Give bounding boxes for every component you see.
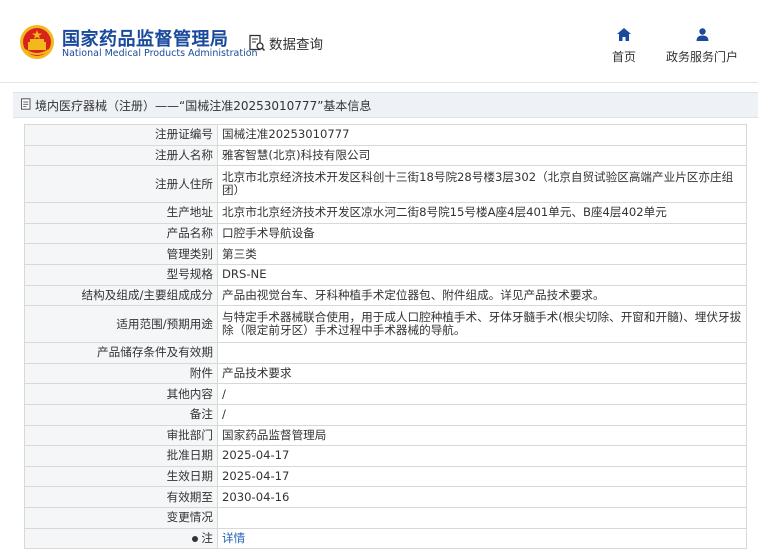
user-icon	[696, 28, 708, 41]
table-row: 型号规格 DRS-NE	[24, 263, 747, 286]
table-row: 结构及组成/主要组成成分 产品由视觉台车、牙科种植手术定位器包、附件组成。详见产…	[24, 284, 747, 307]
row-label: 注册人住所	[24, 165, 218, 204]
note-row-label: 注	[24, 527, 218, 550]
row-label: 审批部门	[24, 424, 218, 447]
row-label: 注册人名称	[24, 144, 218, 167]
table-row: 注册人名称 雅客智慧(北京)科技有限公司	[24, 144, 747, 167]
row-value: 国械注准20253010777	[217, 124, 747, 146]
note-row-value: 详情	[217, 527, 747, 550]
bullet-icon	[192, 535, 199, 542]
table-row: 生产地址 北京市北京经济技术开发区凉水河二街8号院15号楼A座4层401单元、B…	[24, 202, 747, 224]
row-value: 2025-04-17	[217, 445, 747, 467]
row-value: 产品由视觉台车、牙科种植手术定位器包、附件组成。详见产品技术要求。	[217, 284, 747, 307]
row-label: 结构及组成/主要组成成分	[24, 284, 218, 307]
row-value: 产品技术要求	[217, 362, 747, 385]
site-subtitle: National Medical Products Administration	[62, 48, 258, 59]
row-label: 批准日期	[24, 445, 218, 467]
data-query-title: 数据查询	[248, 33, 323, 53]
table-row: 生效日期 2025-04-17	[24, 465, 747, 488]
data-query-label: 数据查询	[269, 37, 323, 53]
row-value	[217, 342, 747, 364]
row-value: 国家药品监督管理局	[217, 424, 747, 447]
row-label: 型号规格	[24, 263, 218, 286]
details-link[interactable]: 详情	[222, 531, 245, 545]
row-label: 其他内容	[24, 383, 218, 405]
breadcrumb: 境内医疗器械（注册）——“国械注准20253010777”基本信息	[13, 92, 758, 118]
table-row: 批准日期 2025-04-17	[24, 445, 747, 467]
row-label: 备注	[24, 403, 218, 426]
row-value: 2030-04-16	[217, 486, 747, 508]
row-label: 产品储存条件及有效期	[24, 342, 218, 364]
home-icon	[617, 28, 631, 41]
table-row: 管理类别 第三类	[24, 243, 747, 265]
row-value: 与特定手术器械联合使用，用于成人口腔种植手术、牙体牙髓手术(根尖切除、开窗和开髓…	[217, 305, 747, 344]
row-label: 附件	[24, 362, 218, 385]
table-row: 注册人住所 北京市北京经济技术开发区科创十三街18号院28号楼3层302（北京自…	[24, 165, 747, 204]
row-value: 雅客智慧(北京)科技有限公司	[217, 144, 747, 167]
document-icon	[21, 98, 31, 110]
table-row: 注 详情	[24, 527, 747, 550]
row-value: 第三类	[217, 243, 747, 265]
document-search-icon	[249, 34, 266, 52]
nav-government-services[interactable]: 政务服务门户	[660, 28, 744, 65]
table-row: 审批部门 国家药品监督管理局	[24, 424, 747, 447]
row-value: 北京市北京经济技术开发区科创十三街18号院28号楼3层302（北京自贸试验区高端…	[217, 165, 747, 204]
nav-home[interactable]: 首页	[609, 28, 639, 65]
breadcrumb-text: 境内医疗器械（注册）——“国械注准20253010777”基本信息	[35, 99, 372, 113]
nav-services-label: 政务服务门户	[665, 50, 738, 64]
table-row: 注册证编号 国械注准20253010777	[24, 124, 747, 146]
row-value: 北京市北京经济技术开发区凉水河二街8号院15号楼A座4层401单元、B座4层40…	[217, 202, 747, 224]
row-value: 口腔手术导航设备	[217, 222, 747, 245]
row-value: /	[217, 383, 747, 405]
nav-home-label: 首页	[611, 50, 636, 64]
row-label: 管理类别	[24, 243, 218, 265]
table-row: 产品名称 口腔手术导航设备	[24, 222, 747, 245]
row-label: 生效日期	[24, 465, 218, 488]
row-label: 生产地址	[24, 202, 218, 224]
row-value	[217, 506, 747, 529]
national-emblem-icon	[20, 25, 54, 59]
row-label: 适用范围/预期用途	[24, 305, 218, 344]
table-row: 备注 /	[24, 403, 747, 426]
table-row: 变更情况	[24, 506, 747, 529]
table-row: 有效期至 2030-04-16	[24, 486, 747, 508]
registration-info-table: 注册证编号 国械注准20253010777 注册人名称 雅客智慧(北京)科技有限…	[24, 124, 747, 550]
row-label: 变更情况	[24, 506, 218, 529]
table-row: 其他内容 /	[24, 383, 747, 405]
row-label: 产品名称	[24, 222, 218, 245]
row-value: /	[217, 403, 747, 426]
row-value: 2025-04-17	[217, 465, 747, 488]
site-header: 国家药品监督管理局 National Medical Products Admi…	[0, 0, 758, 83]
row-label: 注册证编号	[24, 124, 218, 146]
table-row: 产品储存条件及有效期	[24, 342, 747, 364]
row-label: 有效期至	[24, 486, 218, 508]
table-row: 适用范围/预期用途 与特定手术器械联合使用，用于成人口腔种植手术、牙体牙髓手术(…	[24, 305, 747, 344]
row-value: DRS-NE	[217, 263, 747, 286]
table-row: 附件 产品技术要求	[24, 362, 747, 385]
note-label: 注	[201, 531, 213, 546]
